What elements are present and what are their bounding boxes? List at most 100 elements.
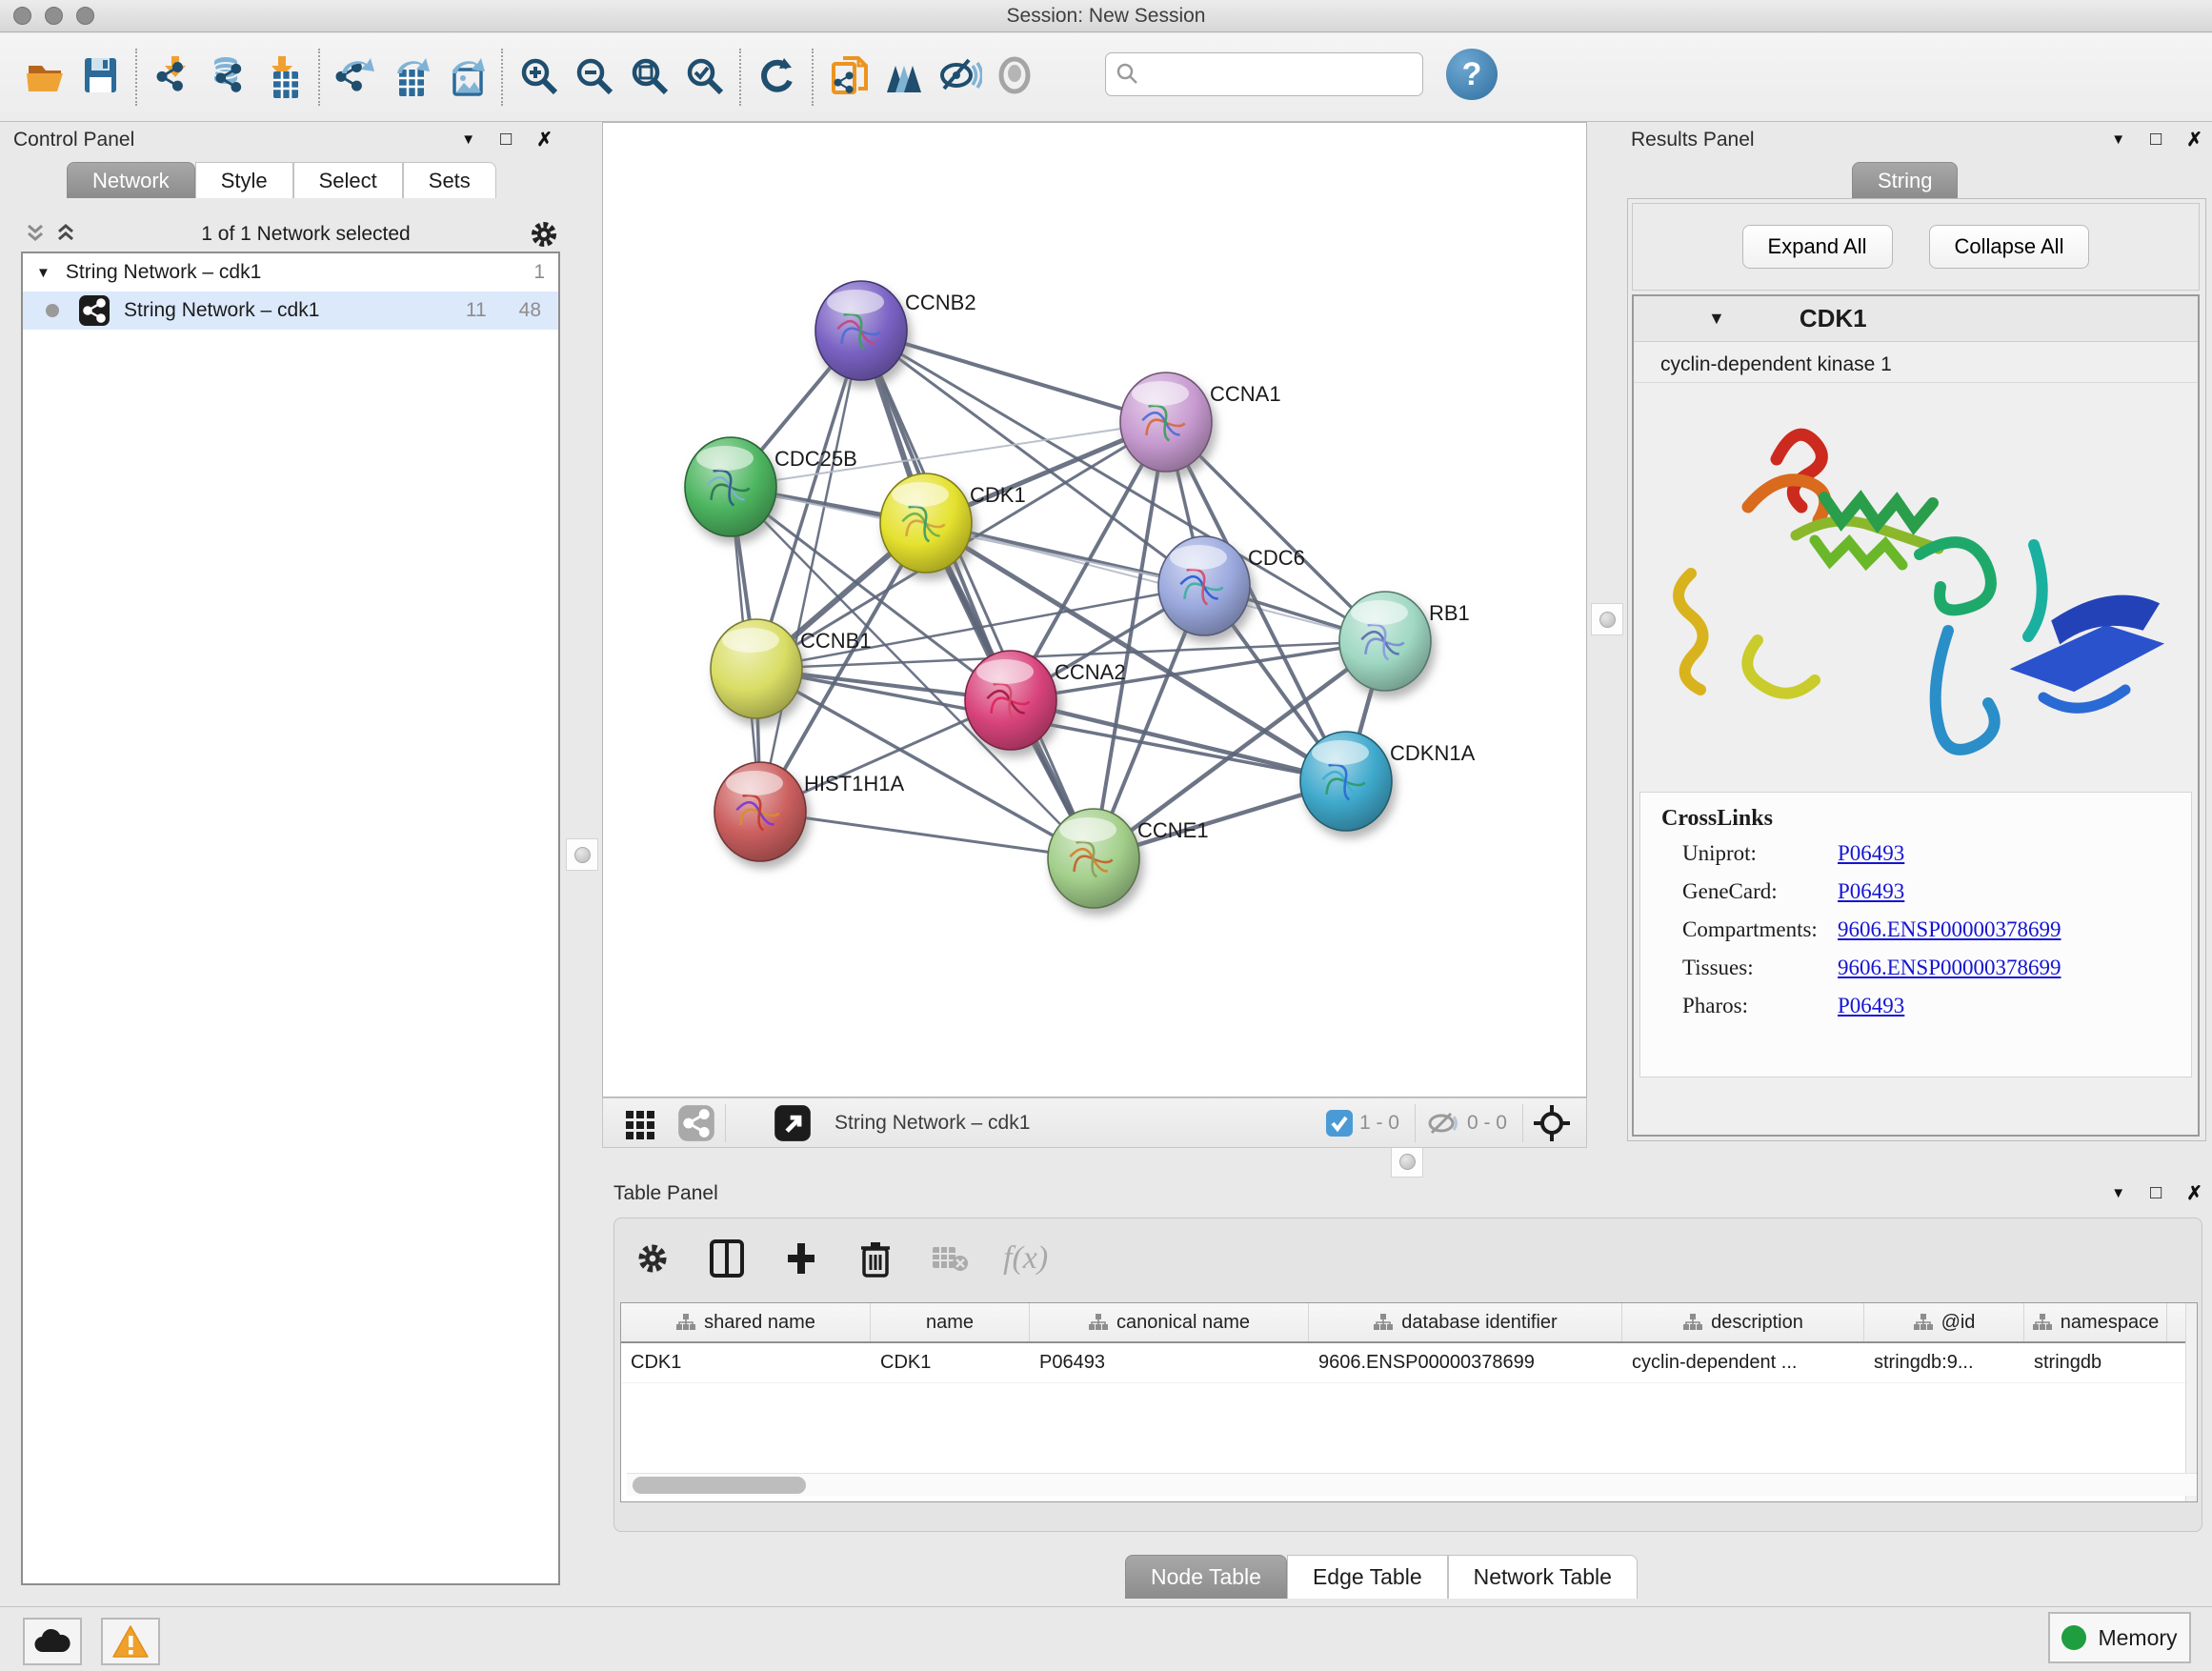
table-horizontal-scrollbar[interactable] [627, 1473, 2198, 1496]
add-column-plus-icon[interactable] [780, 1238, 822, 1279]
apply-function-fx-button[interactable]: f(x) [1003, 1240, 1048, 1277]
column-header-shared-name[interactable]: shared name [621, 1303, 871, 1341]
node-CDKN1A[interactable] [1300, 732, 1392, 831]
export-network-button[interactable] [328, 50, 383, 105]
import-network-button[interactable] [145, 50, 200, 105]
right-splitter-handle[interactable] [1591, 603, 1623, 635]
tab-edge-table[interactable]: Edge Table [1287, 1555, 1448, 1599]
open-in-new-window-icon[interactable] [774, 1104, 812, 1142]
edge-HIST1H1A-CCNE1[interactable] [760, 812, 1094, 858]
zoom-out-button[interactable] [566, 50, 621, 105]
control-panel-menu-icon[interactable]: ▼ [461, 131, 475, 148]
open-button[interactable] [17, 50, 72, 105]
node-CCNB2[interactable] [815, 281, 907, 380]
node-CDK1[interactable] [880, 473, 972, 573]
collapse-all-icon[interactable] [23, 222, 51, 247]
search-box[interactable] [1105, 52, 1423, 96]
export-table-button[interactable] [383, 50, 438, 105]
table-row[interactable]: CDK1CDK1P064939606.ENSP00000378699cyclin… [621, 1343, 2197, 1383]
import-network-database-button[interactable] [200, 50, 255, 105]
table-hscroll-thumb[interactable] [633, 1477, 806, 1494]
network-canvas[interactable]: CCNB2CCNA1CDC25BCDK1CDC6RB1CCNB1CCNA2CDK… [602, 122, 1587, 1097]
collection-collapse-icon[interactable]: ▼ [36, 265, 50, 281]
graphics-details-button[interactable] [876, 50, 932, 105]
expand-all-icon[interactable] [51, 222, 84, 247]
edge-CCNB2-CCNA1[interactable] [861, 331, 1166, 422]
control-panel-close-icon[interactable]: ✗ [536, 128, 553, 151]
tab-node-table[interactable]: Node Table [1125, 1555, 1287, 1599]
refresh-button[interactable] [749, 50, 804, 105]
tab-style[interactable]: Style [195, 162, 293, 198]
node-RB1[interactable] [1339, 592, 1431, 691]
results-panel-float-icon[interactable]: □ [2150, 129, 2162, 151]
column-header-@id[interactable]: @id [1864, 1303, 2024, 1341]
birdseye-navigator-icon[interactable] [1533, 1104, 1571, 1142]
crosslink-link[interactable]: P06493 [1838, 841, 1904, 865]
node-table[interactable]: shared namenamecanonical namedatabase id… [620, 1302, 2198, 1502]
crosslink-link[interactable]: P06493 [1838, 994, 1904, 1017]
birdseye-view-button[interactable] [987, 50, 1042, 105]
save-button[interactable] [72, 50, 128, 105]
export-image-button[interactable] [438, 50, 493, 105]
tab-network-table[interactable]: Network Table [1448, 1555, 1638, 1599]
column-header-namespace[interactable]: namespace [2024, 1303, 2167, 1341]
delete-table-icon[interactable] [929, 1238, 971, 1279]
show-columns-icon[interactable] [706, 1238, 748, 1279]
table-panel-close-icon[interactable]: ✗ [2186, 1181, 2202, 1205]
show-grid-icon[interactable] [624, 1107, 656, 1139]
column-header-description[interactable]: description [1622, 1303, 1864, 1341]
string-network-graph[interactable]: CCNB2CCNA1CDC25BCDK1CDC6RB1CCNB1CCNA2CDK… [603, 123, 1586, 1097]
help-button[interactable]: ? [1446, 49, 1498, 100]
network-row-selected[interactable]: String Network – cdk1 11 48 [23, 292, 558, 330]
results-panel-close-icon[interactable]: ✗ [2186, 128, 2202, 151]
table-panel-float-icon[interactable]: □ [2150, 1182, 2162, 1204]
collapse-all-button[interactable]: Collapse All [1929, 225, 2090, 269]
node-CCNE1[interactable] [1048, 809, 1139, 908]
tab-sets[interactable]: Sets [403, 162, 496, 198]
bottom-splitter[interactable] [602, 1148, 2212, 1175]
left-splitter[interactable] [562, 122, 602, 1585]
network-collection-row[interactable]: ▼ String Network – cdk1 1 [23, 253, 558, 292]
control-panel-float-icon[interactable]: □ [500, 129, 512, 151]
node-CDC25B[interactable] [685, 437, 776, 536]
node-CCNA2[interactable] [965, 651, 1056, 750]
node-CCNA1[interactable] [1120, 372, 1212, 472]
table-settings-gear-icon[interactable] [632, 1238, 674, 1279]
edge-CCNB2-HIST1H1A[interactable] [760, 331, 861, 812]
zoom-fit-button[interactable] [621, 50, 676, 105]
network-options-gear-icon[interactable] [528, 218, 560, 251]
clone-network-button[interactable] [821, 50, 876, 105]
crosslink-link[interactable]: P06493 [1838, 879, 1904, 903]
left-splitter-handle[interactable] [566, 838, 598, 871]
crosslink-link[interactable]: 9606.ENSP00000378699 [1838, 917, 2061, 941]
right-splitter[interactable] [1587, 122, 1627, 1148]
zoom-in-button[interactable] [511, 50, 566, 105]
warning-status-button[interactable] [101, 1618, 160, 1665]
expand-all-button[interactable]: Expand All [1742, 225, 1893, 269]
crosslink-link[interactable]: 9606.ENSP00000378699 [1838, 956, 2061, 979]
tab-select[interactable]: Select [293, 162, 403, 198]
column-header-canonical-name[interactable]: canonical name [1030, 1303, 1309, 1341]
memory-button[interactable]: Memory [2048, 1612, 2191, 1663]
search-input[interactable] [1140, 64, 1407, 86]
selected-nodes-checkbox-icon[interactable] [1325, 1109, 1354, 1137]
import-table-button[interactable] [255, 50, 311, 105]
hide-graphics-details-button[interactable] [932, 50, 987, 105]
hidden-elements-eye-slash-icon[interactable] [1425, 1109, 1461, 1137]
node-CDC6[interactable] [1158, 536, 1250, 635]
tab-network[interactable]: Network [67, 162, 195, 198]
zoom-selected-button[interactable] [676, 50, 732, 105]
cloud-status-button[interactable] [23, 1618, 82, 1665]
delete-column-trash-icon[interactable] [855, 1238, 896, 1279]
bottom-splitter-handle[interactable] [1391, 1145, 1423, 1178]
node-HIST1H1A[interactable] [714, 762, 806, 861]
results-panel-menu-icon[interactable]: ▼ [2111, 131, 2125, 148]
network-share-icon[interactable] [677, 1104, 715, 1142]
column-header-name[interactable]: name [871, 1303, 1030, 1341]
table-vertical-scrollbar[interactable] [2185, 1303, 2197, 1501]
gene-section-header[interactable]: ▼ CDK1 [1634, 296, 2198, 342]
node-CCNB1[interactable] [711, 619, 802, 718]
gene-collapse-icon[interactable]: ▼ [1708, 309, 1725, 329]
table-panel-menu-icon[interactable]: ▼ [2111, 1185, 2125, 1201]
tab-string[interactable]: String [1852, 162, 1958, 198]
